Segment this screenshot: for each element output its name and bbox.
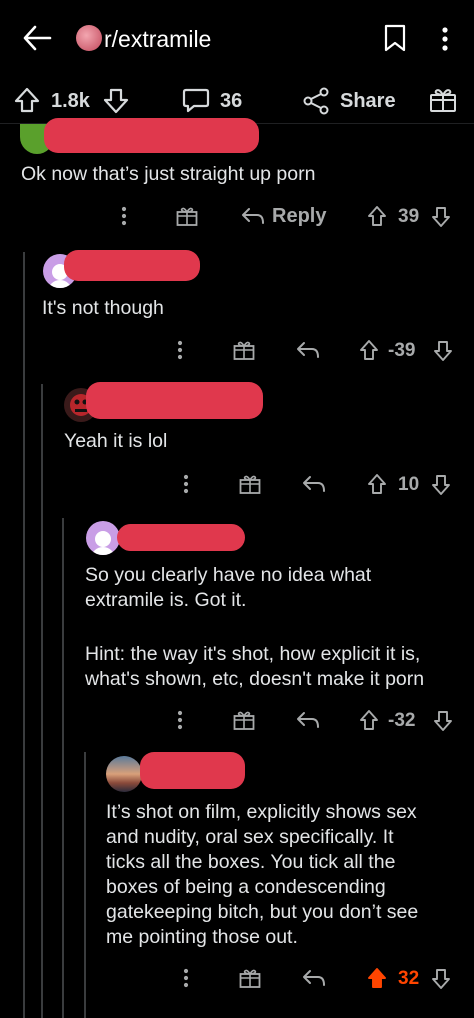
upvote-icon[interactable] xyxy=(367,473,387,495)
redacted-username xyxy=(140,752,245,789)
redacted-username xyxy=(86,382,263,419)
kebab-menu-icon[interactable] xyxy=(121,206,127,226)
thread-line[interactable] xyxy=(62,518,64,1018)
share-icon[interactable] xyxy=(302,87,330,115)
reply-arrow-icon[interactable] xyxy=(302,969,326,987)
share-label[interactable]: Share xyxy=(340,90,396,113)
comment-text: Hint: the way it's shot, how explicit it… xyxy=(85,643,425,690)
thread-line[interactable] xyxy=(84,752,86,1018)
upvote-icon[interactable] xyxy=(367,967,387,989)
comment-text: So you clearly have no idea what extrami… xyxy=(85,564,372,611)
redacted-username xyxy=(117,524,245,551)
vote-score: 10 xyxy=(398,474,420,495)
award-icon[interactable] xyxy=(233,340,255,361)
downvote-icon[interactable] xyxy=(431,474,451,496)
award-icon[interactable] xyxy=(176,206,198,227)
downvote-icon[interactable] xyxy=(431,968,451,990)
award-icon[interactable] xyxy=(233,710,255,731)
redacted-username xyxy=(44,118,259,153)
downvote-icon[interactable] xyxy=(433,340,453,362)
vote-score: 32 xyxy=(398,968,420,989)
upvote-icon[interactable] xyxy=(14,87,40,113)
post-upvote-count: 1.8k xyxy=(51,90,90,112)
kebab-menu-icon[interactable] xyxy=(183,474,189,494)
upvote-icon[interactable] xyxy=(367,205,387,227)
subreddit-avatar-icon[interactable] xyxy=(76,25,102,51)
thread-line[interactable] xyxy=(23,252,25,1018)
upvote-icon[interactable] xyxy=(359,339,379,361)
comment-text: Ok now that’s just straight up porn xyxy=(21,163,316,185)
thread-line[interactable] xyxy=(41,384,43,1018)
award-icon[interactable] xyxy=(239,968,261,989)
subreddit-title[interactable]: r/extramile xyxy=(104,26,211,53)
downvote-icon[interactable] xyxy=(103,88,129,114)
back-arrow-icon[interactable] xyxy=(22,24,52,52)
reply-button[interactable]: Reply xyxy=(272,205,326,228)
comment-text: It’s shot on film, explicitly shows sex … xyxy=(106,801,419,948)
upvote-icon[interactable] xyxy=(359,709,379,731)
kebab-menu-icon[interactable] xyxy=(177,340,183,360)
avatar[interactable] xyxy=(106,756,142,792)
award-icon[interactable] xyxy=(239,474,261,495)
reply-arrow-icon[interactable] xyxy=(296,341,320,359)
comment-text: Yeah it is lol xyxy=(64,430,168,452)
bookmark-icon[interactable] xyxy=(383,24,407,52)
redacted-username xyxy=(64,250,200,281)
kebab-menu-icon[interactable] xyxy=(441,27,449,51)
kebab-menu-icon[interactable] xyxy=(177,710,183,730)
downvote-icon[interactable] xyxy=(431,206,451,228)
reply-arrow-icon[interactable] xyxy=(241,207,265,225)
vote-score: -39 xyxy=(388,340,416,361)
comment-text: It's not though xyxy=(42,297,164,319)
comment-bubble-icon[interactable] xyxy=(182,87,210,113)
vote-score: -32 xyxy=(388,710,416,731)
comment-count: 36 xyxy=(220,90,243,112)
reply-arrow-icon[interactable] xyxy=(302,475,326,493)
vote-score: 39 xyxy=(398,206,420,227)
downvote-icon[interactable] xyxy=(433,710,453,732)
reply-arrow-icon[interactable] xyxy=(296,711,320,729)
avatar[interactable] xyxy=(86,521,120,555)
award-icon[interactable] xyxy=(429,86,457,114)
kebab-menu-icon[interactable] xyxy=(183,968,189,988)
